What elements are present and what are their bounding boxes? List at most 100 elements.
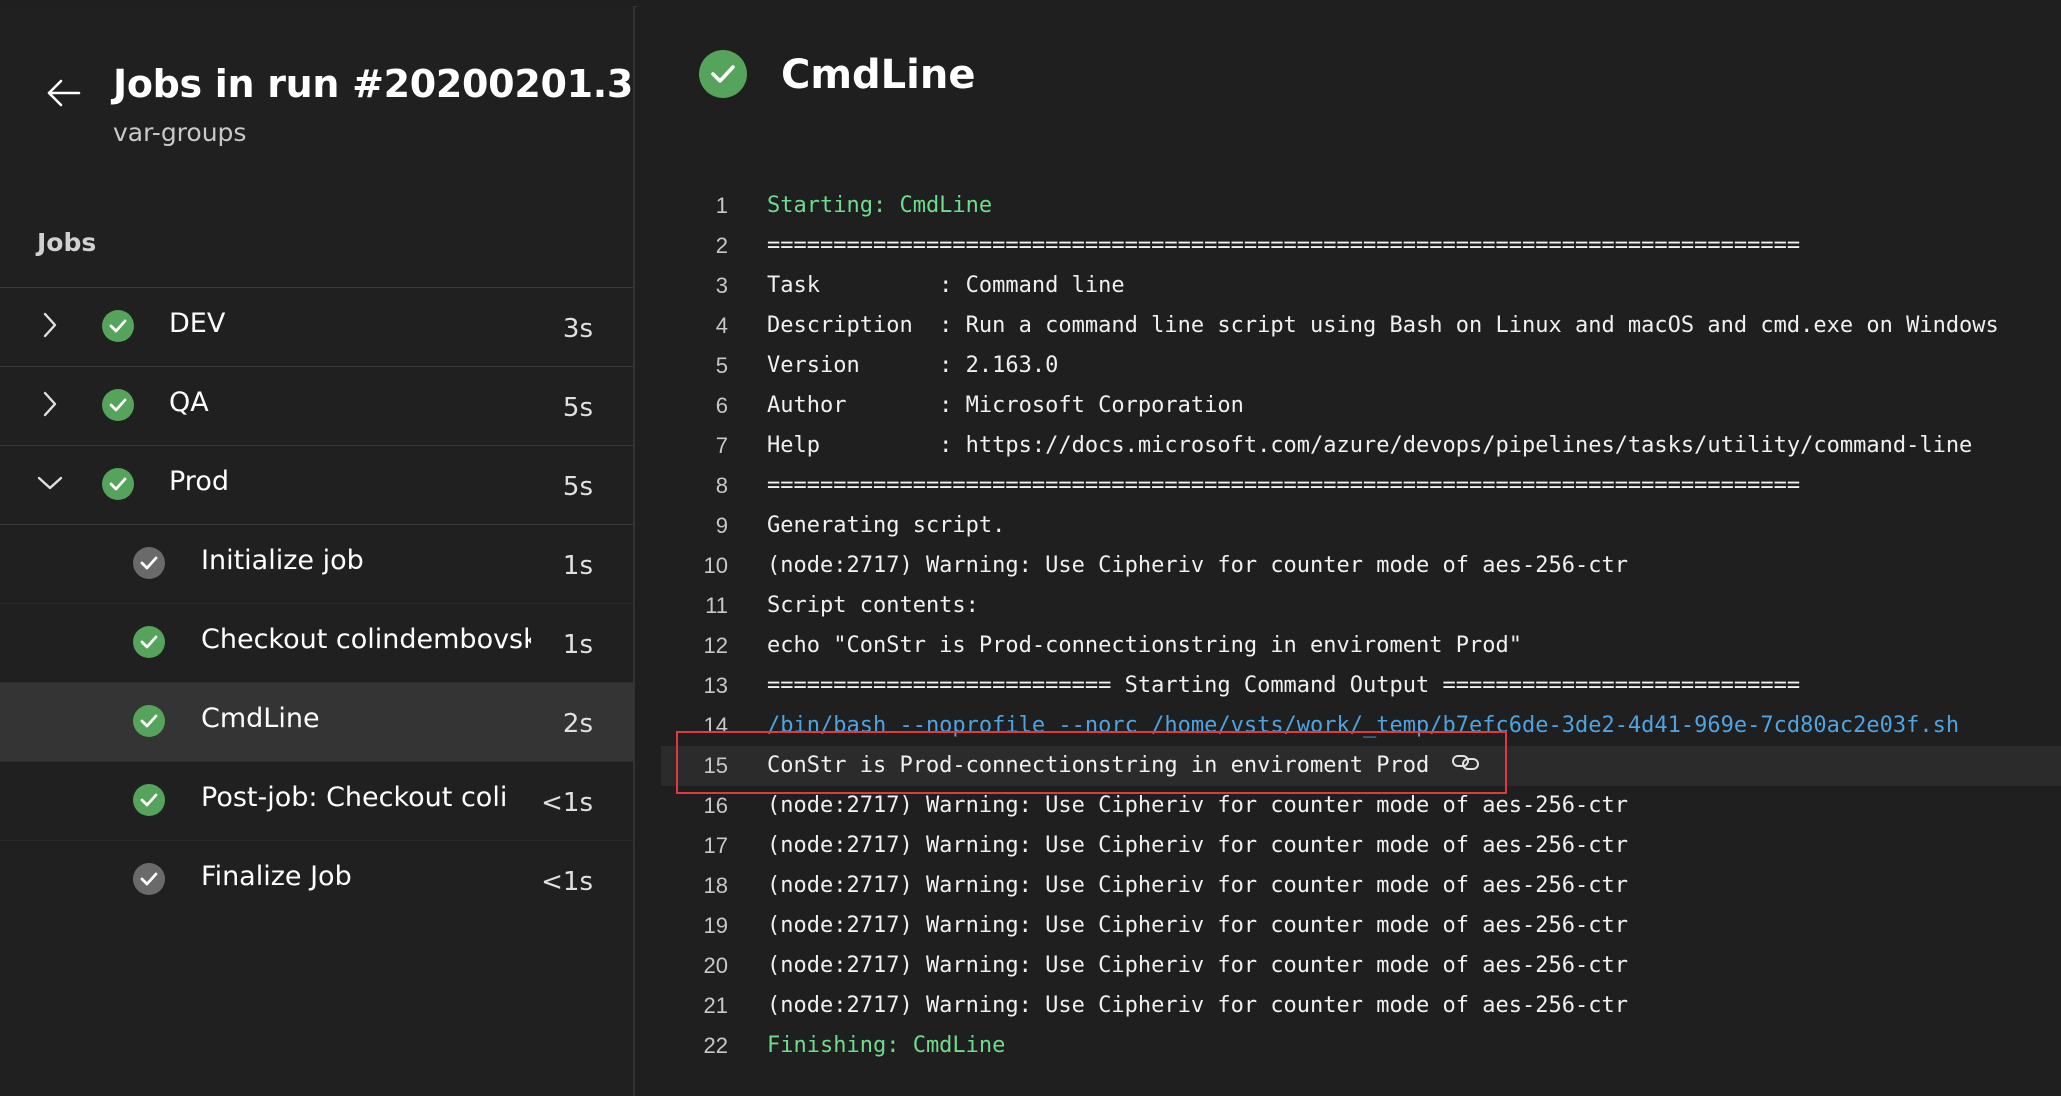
line-number[interactable]: 6 bbox=[661, 386, 728, 426]
job-duration: 3s bbox=[562, 314, 593, 344]
line-number[interactable]: 20 bbox=[661, 946, 728, 986]
log-line[interactable]: 22 Finishing: CmdLine bbox=[661, 1026, 2061, 1066]
log-text: Finishing: CmdLine bbox=[767, 1033, 1006, 1058]
line-number[interactable]: 7 bbox=[661, 426, 728, 466]
line-number[interactable]: 22 bbox=[661, 1026, 728, 1066]
log-line[interactable]: 18 (node:2717) Warning: Use Cipheriv for … bbox=[661, 866, 2061, 906]
log-line[interactable]: 4 Description : Run a command line script… bbox=[661, 306, 2061, 346]
line-number[interactable]: 17 bbox=[661, 826, 728, 866]
line-number[interactable]: 8 bbox=[661, 466, 728, 506]
line-number[interactable]: 13 bbox=[661, 666, 728, 706]
log-text: Help : https://docs.microsoft.com/azure/… bbox=[767, 433, 1973, 458]
chevron-down-icon[interactable] bbox=[35, 468, 65, 498]
log-line[interactable]: 5 Version : 2.163.0 bbox=[661, 346, 2061, 386]
log-line[interactable]: 3 Task : Command line bbox=[661, 266, 2061, 306]
chevron-right-icon[interactable] bbox=[35, 310, 65, 340]
step-row-finalize-job[interactable]: Finalize Job <1s bbox=[0, 841, 633, 920]
log-line[interactable]: 12 echo "ConStr is Prod-connectionstring … bbox=[661, 626, 2061, 666]
log-line[interactable]: 2 =======================================… bbox=[661, 226, 2061, 266]
log-line-text: Description : Run a command line script … bbox=[767, 306, 1999, 346]
step-row-initialize-job[interactable]: Initialize job 1s bbox=[0, 525, 633, 604]
step-row-checkout[interactable]: Checkout colindembovsky, 1s bbox=[0, 604, 633, 683]
step-name: Checkout colindembovsky, bbox=[201, 624, 531, 655]
log-line[interactable]: 19 (node:2717) Warning: Use Cipheriv for … bbox=[661, 906, 2061, 946]
check-circle-icon bbox=[133, 863, 165, 895]
log-line-text: ========================== Starting Comm… bbox=[767, 666, 1800, 706]
line-number[interactable]: 15 bbox=[661, 746, 728, 786]
line-number[interactable]: 12 bbox=[661, 626, 728, 666]
log-text: /bin/bash --noprofile --norc /home/vsts/… bbox=[767, 713, 1960, 738]
check-circle-icon bbox=[133, 547, 165, 579]
log-line-text: (node:2717) Warning: Use Cipheriv for co… bbox=[767, 826, 1628, 866]
line-number[interactable]: 5 bbox=[661, 346, 728, 386]
check-circle-icon bbox=[699, 50, 747, 98]
jobs-sidebar: Jobs in run #20200201.3 var-groups Jobs … bbox=[0, 6, 635, 1096]
log-text: Description : Run a command line script … bbox=[767, 313, 1999, 338]
log-line[interactable]: 6 Author : Microsoft Corporation bbox=[661, 386, 2061, 426]
log-text: ========================== Starting Comm… bbox=[767, 673, 1801, 698]
line-number[interactable]: 16 bbox=[661, 786, 728, 826]
step-duration: 1s bbox=[562, 630, 593, 660]
log-line[interactable]: 17 (node:2717) Warning: Use Cipheriv for … bbox=[661, 826, 2061, 866]
log-line[interactable]: 7 Help : https://docs.microsoft.com/azure… bbox=[661, 426, 2061, 466]
log-text: ConStr is Prod-connectionstring in envir… bbox=[767, 753, 1430, 778]
log-text: Task : Command line bbox=[767, 273, 1125, 298]
log-line-text: Script contents: bbox=[767, 586, 979, 626]
log-text: (node:2717) Warning: Use Cipheriv for co… bbox=[767, 953, 1628, 978]
log-line[interactable]: 15 ConStr is Prod-connectionstring in env… bbox=[661, 746, 2061, 786]
link-icon[interactable] bbox=[1451, 746, 1481, 786]
log-line-text: Starting: CmdLine bbox=[767, 186, 992, 226]
log-line[interactable]: 9 Generating script. bbox=[661, 506, 2061, 546]
log-line-text: ========================================… bbox=[767, 226, 1800, 266]
job-row-prod[interactable]: Prod 5s bbox=[0, 446, 633, 525]
line-number[interactable]: 2 bbox=[661, 226, 728, 266]
log-line-text: ========================================… bbox=[767, 466, 1800, 506]
log-text: (node:2717) Warning: Use Cipheriv for co… bbox=[767, 873, 1628, 898]
log-line[interactable]: 8 =======================================… bbox=[661, 466, 2061, 506]
chevron-right-icon[interactable] bbox=[35, 389, 65, 419]
log-line[interactable]: 16 (node:2717) Warning: Use Cipheriv for … bbox=[661, 786, 2061, 826]
step-row-cmdline[interactable]: CmdLine 2s bbox=[0, 683, 633, 762]
line-number[interactable]: 9 bbox=[661, 506, 728, 546]
step-duration: 2s bbox=[562, 709, 593, 739]
line-number[interactable]: 11 bbox=[661, 586, 728, 626]
log-line[interactable]: 21 (node:2717) Warning: Use Cipheriv for … bbox=[661, 986, 2061, 1026]
log-line[interactable]: 11 Script contents: bbox=[661, 586, 2061, 626]
line-number[interactable]: 18 bbox=[661, 866, 728, 906]
log-line-text: Finishing: CmdLine bbox=[767, 1026, 1005, 1066]
log-line[interactable]: 1 Starting: CmdLine bbox=[661, 186, 2061, 226]
log-line-text: /bin/bash --noprofile --norc /home/vsts/… bbox=[767, 706, 1959, 746]
line-number[interactable]: 19 bbox=[661, 906, 728, 946]
line-number[interactable]: 21 bbox=[661, 986, 728, 1026]
back-button[interactable] bbox=[40, 70, 86, 116]
line-number[interactable]: 14 bbox=[661, 706, 728, 746]
line-number[interactable]: 10 bbox=[661, 546, 728, 586]
log-text: Script contents: bbox=[767, 593, 979, 618]
job-name: QA bbox=[169, 387, 209, 418]
log-line-text: (node:2717) Warning: Use Cipheriv for co… bbox=[767, 986, 1628, 1026]
step-name: CmdLine bbox=[201, 703, 320, 734]
log-viewer[interactable]: 1 Starting: CmdLine 2 =====================… bbox=[661, 186, 2061, 1066]
check-circle-icon bbox=[133, 705, 165, 737]
log-pane: CmdLine 1 Starting: CmdLine 2 =============… bbox=[637, 6, 2061, 1096]
line-number[interactable]: 1 bbox=[661, 186, 728, 226]
log-line[interactable]: 14/bin/bash --noprofile --norc /home/vst… bbox=[661, 706, 2061, 746]
log-line-text: (node:2717) Warning: Use Cipheriv for co… bbox=[767, 546, 1628, 586]
line-number[interactable]: 3 bbox=[661, 266, 728, 306]
step-name: Post-job: Checkout colinc bbox=[201, 782, 509, 813]
step-row-post-job-checkout[interactable]: Post-job: Checkout colinc <1s bbox=[0, 762, 633, 841]
log-line[interactable]: 13 ========================== Starting Co… bbox=[661, 666, 2061, 706]
log-line[interactable]: 10 (node:2717) Warning: Use Cipheriv for … bbox=[661, 546, 2061, 586]
job-row-dev[interactable]: DEV 3s bbox=[0, 288, 633, 367]
log-line-text: ConStr is Prod-connectionstring in envir… bbox=[767, 746, 1481, 786]
log-text: ========================================… bbox=[767, 233, 1801, 258]
log-line-text: echo "ConStr is Prod-connectionstring in… bbox=[767, 626, 1522, 666]
log-line[interactable]: 20 (node:2717) Warning: Use Cipheriv for … bbox=[661, 946, 2061, 986]
log-line-text: Author : Microsoft Corporation bbox=[767, 386, 1244, 426]
job-name: Prod bbox=[169, 466, 229, 497]
log-line-text: (node:2717) Warning: Use Cipheriv for co… bbox=[767, 946, 1628, 986]
log-text: Author : Microsoft Corporation bbox=[767, 393, 1244, 418]
log-text: (node:2717) Warning: Use Cipheriv for co… bbox=[767, 793, 1628, 818]
line-number[interactable]: 4 bbox=[661, 306, 728, 346]
job-row-qa[interactable]: QA 5s bbox=[0, 367, 633, 446]
